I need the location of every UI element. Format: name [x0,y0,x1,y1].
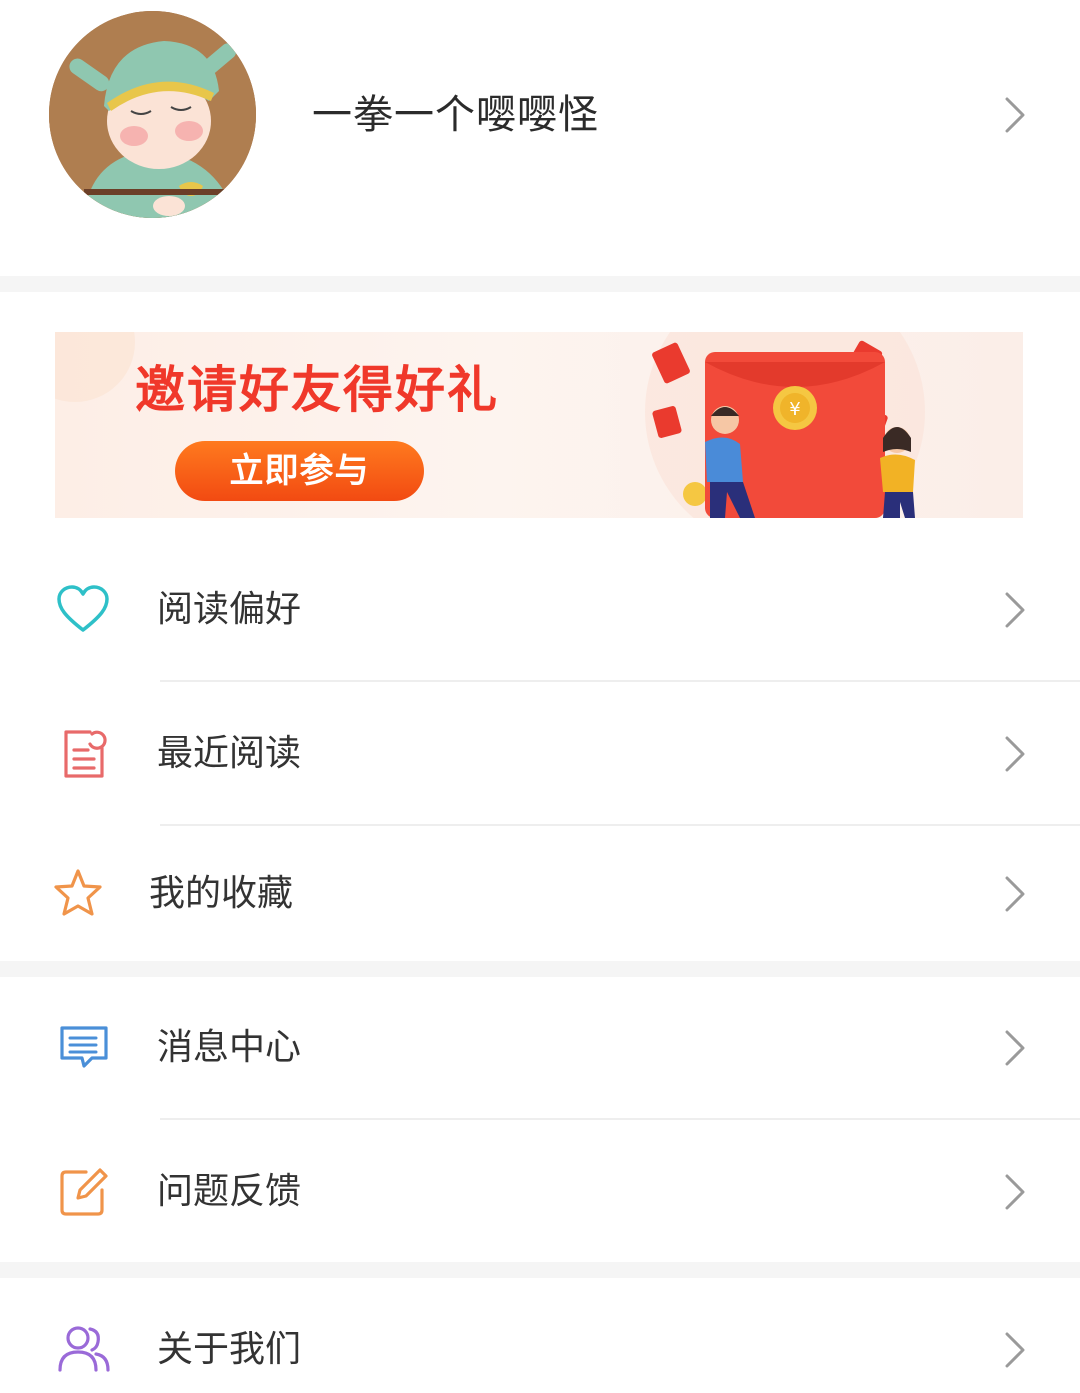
menu-item-message-center[interactable]: 消息中心 [0,978,1080,1118]
red-envelope-illustration: ¥ [652,340,915,518]
divider [160,680,1080,682]
menu-item-about-us[interactable]: 关于我们 [0,1280,1080,1393]
menu-item-feedback[interactable]: 问题反馈 [0,1122,1080,1262]
menu-item-label: 阅读偏好 [157,589,302,630]
avatar-illustration [49,11,256,218]
chevron-right-icon [1005,876,1025,912]
users-icon [58,1326,110,1372]
banner-title: 邀请好友得好礼 [135,361,499,419]
section-divider [0,1262,1080,1278]
menu-item-recent-reading[interactable]: 最近阅读 [0,684,1080,824]
chevron-right-icon [1005,592,1025,628]
menu-item-label: 消息中心 [157,1027,302,1068]
svg-text:¥: ¥ [789,399,800,420]
section-divider [0,276,1080,292]
menu-item-label: 关于我们 [157,1329,302,1370]
avatar[interactable] [49,11,256,218]
menu-item-label: 问题反馈 [157,1171,302,1212]
profile-header[interactable]: 一拳一个嘤嘤怪 [0,0,1080,276]
chevron-right-icon [1005,1332,1025,1368]
document-icon [64,730,107,778]
menu-item-favorites[interactable]: 我的收藏 [0,826,1080,966]
menu-item-label: 最近阅读 [157,733,302,774]
menu-item-label: 我的收藏 [149,873,294,914]
chevron-right-icon [1005,97,1025,133]
invite-banner[interactable]: 邀请好友得好礼 立即参与 ¥ [55,332,1023,518]
chevron-right-icon [1005,1030,1025,1066]
menu-item-reading-preference[interactable]: 阅读偏好 [0,540,1080,680]
edit-icon [60,1168,108,1216]
star-icon [54,869,102,916]
username: 一拳一个嘤嘤怪 [312,92,599,138]
join-now-button[interactable]: 立即参与 [175,441,424,501]
chevron-right-icon [1005,736,1025,772]
chevron-right-icon [1005,1174,1025,1210]
message-icon [60,1026,108,1068]
divider [160,1118,1080,1120]
section-divider [0,961,1080,977]
heart-icon [57,585,109,632]
